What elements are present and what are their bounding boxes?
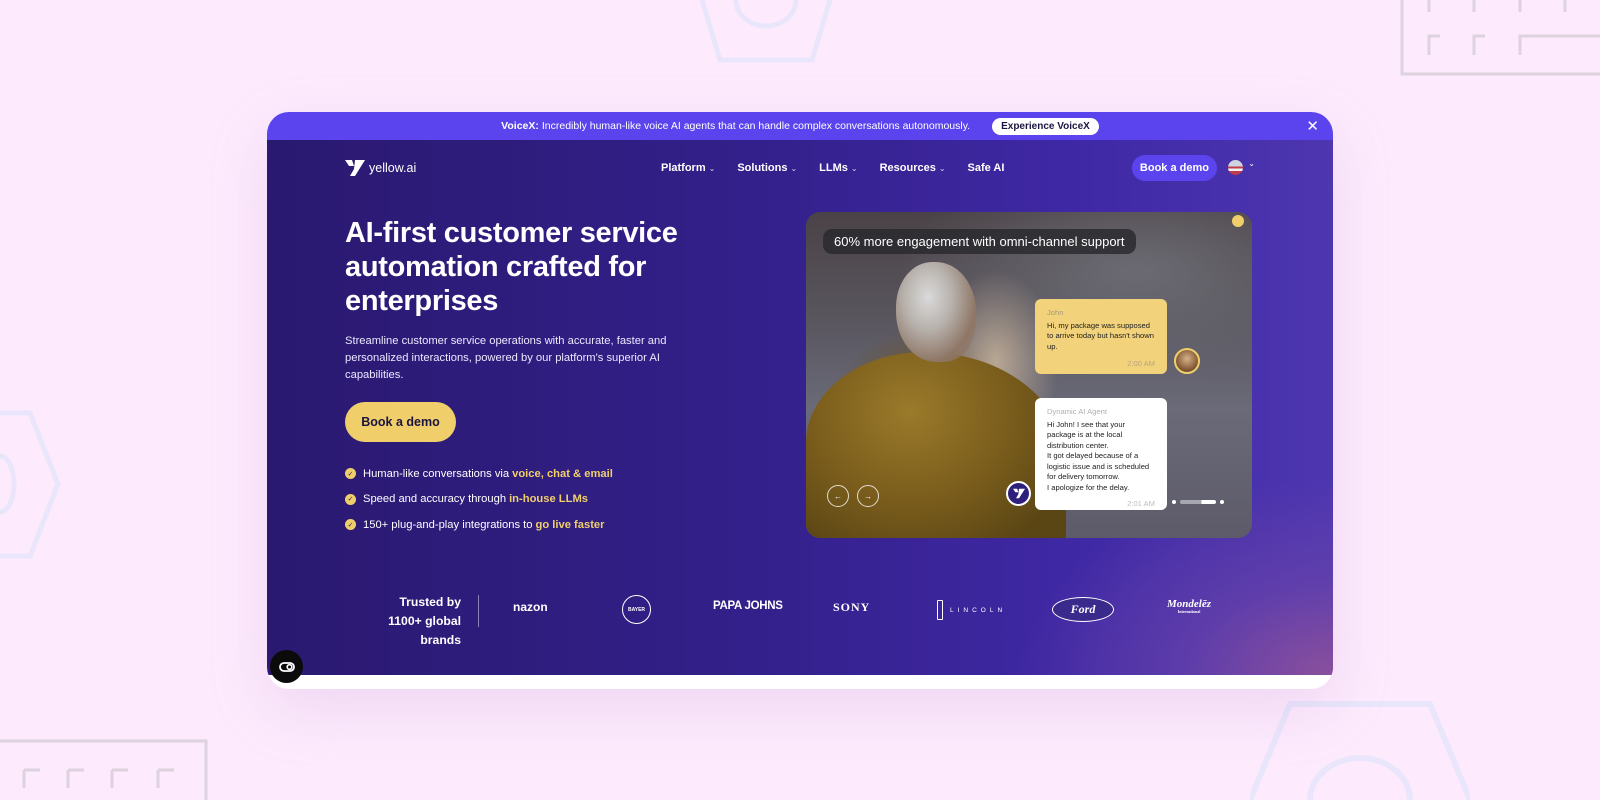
carousel-next-button[interactable]: →: [857, 485, 879, 507]
mondelez-text: Mondelēz: [1167, 598, 1211, 610]
grid-decoration-bottom-left: [0, 739, 208, 800]
check-circle-icon: ✓: [345, 468, 356, 480]
feature-text: Human-like conversations via: [363, 467, 510, 480]
brand-logo-ford: Ford: [1052, 597, 1114, 622]
pagination-progress-active[interactable]: [1180, 500, 1216, 504]
experience-voicex-button[interactable]: Experience VoiceX: [992, 117, 1099, 135]
agent-chat-bubble: Dynamic AI Agent Hi John! I see that you…: [1035, 398, 1167, 510]
pagination-dot[interactable]: [1172, 500, 1176, 504]
announcement-label: VoiceX:: [501, 120, 539, 132]
chat-time: 2:00 AM: [1127, 359, 1155, 368]
top-nav: yellow.ai Platform ⌄ Solutions ⌄ LLMs ⌄ Res…: [345, 154, 1255, 182]
chat-sender: John: [1047, 308, 1064, 317]
nav-item-resources[interactable]: Resources ⌄: [880, 162, 946, 174]
check-circle-icon: ✓: [345, 493, 356, 505]
chat-loop-icon: [278, 661, 295, 672]
trusted-line1: Trusted by: [399, 595, 461, 609]
check-circle-icon: ✓: [345, 519, 356, 531]
hero-book-demo-button[interactable]: Book a demo: [345, 402, 456, 442]
engagement-stat-pill: 60% more engagement with omni-channel su…: [823, 229, 1136, 254]
user-chat-bubble: John Hi, my package was supposed to arri…: [1035, 299, 1167, 374]
chat-text: Hi, my package was supposed to arrive to…: [1047, 320, 1154, 351]
feature-text: 150+ plug-and-play integrations to: [363, 518, 533, 531]
chat-time: 2:01 AM: [1127, 499, 1155, 508]
announcement-text: Incredibly human-like voice AI agents th…: [541, 120, 971, 132]
brand-logo-lincoln: LINCOLN: [937, 600, 1006, 620]
mondelez-sub: International: [1177, 609, 1201, 614]
nav-item-label: Safe AI: [967, 162, 1005, 174]
chat-text: It got delayed because of a logistic iss…: [1047, 451, 1150, 481]
announcement-bar: VoiceX: Incredibly human-like voice AI a…: [267, 112, 1333, 140]
grid-decoration-top-right: [1400, 0, 1600, 76]
brand-logo-papa-johns: PAPA JOHNS: [713, 600, 783, 612]
hero-section: yellow.ai Platform ⌄ Solutions ⌄ LLMs ⌄ Res…: [267, 140, 1333, 675]
chat-sender: Dynamic AI Agent: [1047, 407, 1107, 416]
agent-avatar: [1006, 481, 1031, 506]
yellow-dot-decoration: [1232, 215, 1244, 227]
hero-media-carousel: 60% more engagement with omni-channel su…: [806, 212, 1252, 538]
lincoln-star-icon: [937, 600, 943, 620]
carousel-prev-button[interactable]: ←: [827, 485, 849, 507]
feature-item: ✓ 150+ plug-and-play integrations to go …: [345, 512, 613, 538]
brand-logo-amazon: nazon: [513, 600, 548, 614]
trusted-line2: 1100+ global brands: [388, 614, 461, 647]
nav-item-label: Platform: [661, 162, 706, 174]
chat-text: Hi John! I see that your package is at t…: [1047, 419, 1126, 450]
nav-item-label: Solutions: [737, 162, 788, 174]
us-flag-icon[interactable]: [1228, 160, 1243, 175]
website-screenshot-frame: VoiceX: Incredibly human-like voice AI a…: [267, 112, 1333, 689]
hexagon-decoration-bottom-right: [1250, 701, 1470, 800]
hero-photo-person-body: [806, 352, 1066, 538]
nav-item-label: Resources: [879, 162, 936, 174]
lincoln-text: LINCOLN: [950, 606, 1007, 614]
pagination-dot[interactable]: [1220, 500, 1224, 504]
user-avatar: [1174, 348, 1200, 374]
chat-text: I apologize for the delay.: [1047, 482, 1130, 492]
brand-logo-sony: SONY: [833, 600, 871, 614]
hero-title: AI-first customer service automation cra…: [345, 217, 678, 317]
divider: [478, 595, 479, 627]
chevron-down-icon: ⌄: [790, 164, 798, 173]
nav-item-label: LLMs: [819, 162, 848, 174]
nav-item-platform[interactable]: Platform ⌄: [661, 162, 715, 174]
close-icon[interactable]: ✕: [1306, 117, 1319, 135]
chat-widget-button[interactable]: [270, 650, 303, 683]
hexagon-decoration-left: [0, 410, 61, 559]
arrow-left-icon: ←: [834, 491, 842, 501]
logo-text: yellow.ai: [369, 161, 417, 175]
feature-item: ✓ Human-like conversations via voice, ch…: [345, 461, 613, 487]
nav-item-solutions[interactable]: Solutions ⌄: [737, 162, 797, 174]
hero-subtitle: Streamline customer service operations w…: [345, 335, 667, 381]
feature-item: ✓ Speed and accuracy through in-house LL…: [345, 487, 613, 513]
yellow-ai-logo-icon: [1012, 488, 1025, 499]
feature-highlight: in-house LLMs: [509, 493, 588, 506]
nav-item-llms[interactable]: LLMs ⌄: [819, 162, 857, 174]
logo[interactable]: yellow.ai: [345, 159, 416, 177]
feature-highlight: voice, chat & email: [512, 467, 613, 480]
chevron-down-icon: ⌄: [708, 164, 716, 173]
language-chevron-down-icon[interactable]: ⌄: [1248, 159, 1255, 168]
brand-logo-mondelez: Mondelēz International: [1167, 598, 1211, 616]
yellow-ai-logo-icon: [345, 160, 365, 176]
main-menu: Platform ⌄ Solutions ⌄ LLMs ⌄ Resources ⌄ Sa…: [661, 162, 1004, 174]
nav-item-safe-ai[interactable]: Safe AI: [968, 162, 1005, 174]
arrow-right-icon: →: [864, 491, 872, 501]
trusted-by-label: Trusted by 1100+ global brands: [345, 593, 461, 650]
chevron-down-icon: ⌄: [850, 164, 858, 173]
brand-logo-bayer: BAYER: [622, 595, 651, 624]
hero-photo-person-head: [896, 262, 976, 362]
feature-text: Speed and accuracy through: [363, 493, 507, 506]
hexagon-decoration-top: [699, 0, 833, 63]
feature-list: ✓ Human-like conversations via voice, ch…: [345, 461, 613, 538]
chevron-down-icon: ⌄: [938, 164, 946, 173]
carousel-pagination: [1172, 500, 1224, 504]
nav-book-demo-button[interactable]: Book a demo: [1131, 155, 1217, 181]
feature-highlight: go live faster: [535, 518, 605, 531]
